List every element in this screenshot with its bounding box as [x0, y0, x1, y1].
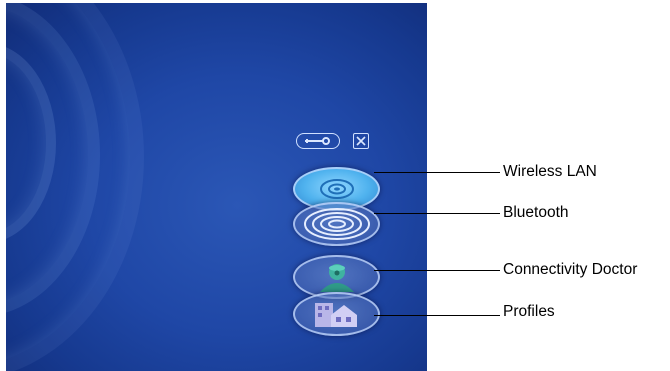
connectivity-doctor-label: Connectivity Doctor	[503, 261, 638, 278]
app-window	[6, 3, 427, 371]
connectivity-doctor-leader	[374, 270, 500, 271]
wireless-lan-leader	[374, 172, 500, 173]
wireless-lan-label: Wireless LAN	[503, 163, 597, 180]
bluetooth-label: Bluetooth	[503, 204, 569, 221]
background-ripple	[6, 3, 144, 371]
profiles-label: Profiles	[503, 303, 555, 320]
doctor-icon	[319, 264, 354, 292]
bluetooth-leader	[374, 213, 500, 214]
disc-icon	[319, 179, 354, 199]
profiles-button[interactable]	[293, 292, 380, 336]
profiles-leader	[374, 315, 500, 316]
settings-button[interactable]	[296, 133, 340, 149]
close-button[interactable]	[353, 133, 369, 149]
bluetooth-button[interactable]	[293, 202, 380, 246]
wrench-icon	[305, 137, 331, 145]
buildings-icon	[314, 303, 357, 327]
concentric-rings-icon	[303, 208, 370, 240]
close-icon	[356, 136, 366, 146]
